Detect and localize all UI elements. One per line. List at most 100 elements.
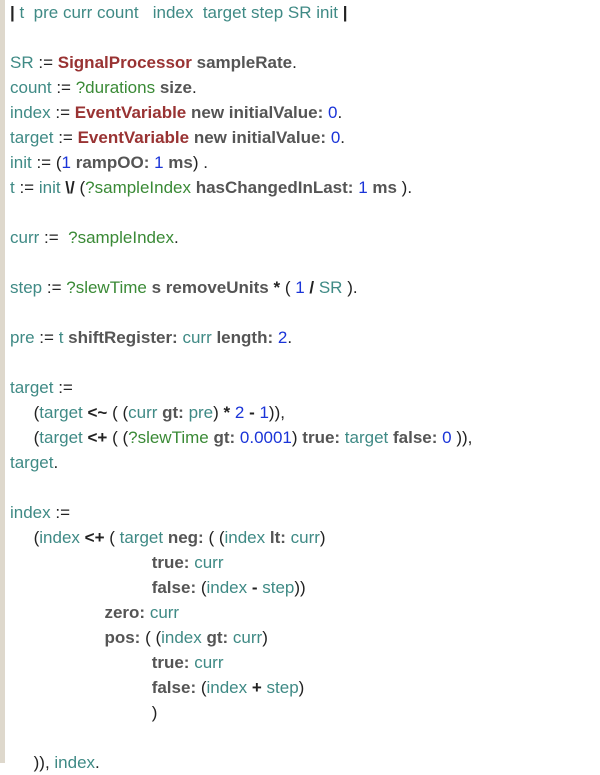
code-token: ).: [396, 178, 413, 197]
code-token: 1: [358, 178, 368, 197]
code-token: ?durations: [75, 78, 156, 97]
code-token: ms: [367, 178, 397, 197]
code-token: .: [337, 103, 343, 122]
code-token: true:: [10, 653, 195, 672]
code-token: curr: [290, 528, 320, 547]
code-text-area[interactable]: | t pre curr count index target step SR …: [5, 0, 600, 772]
code-token: )),: [268, 403, 285, 422]
code-token: ): [319, 528, 326, 547]
line-15-blank[interactable]: [5, 350, 600, 375]
code-token: 1: [154, 153, 164, 172]
code-token: SR: [10, 53, 34, 72]
code-token: curr: [149, 603, 180, 622]
code-token: -: [247, 578, 263, 597]
code-token: <~: [82, 403, 113, 422]
code-token: curr: [10, 228, 40, 247]
code-token: ( (: [208, 528, 225, 547]
line-28-pos-false[interactable]: false: (index + step): [5, 675, 600, 700]
code-token: ) .: [192, 153, 208, 172]
line-18-target-plus[interactable]: (target <+ ( (?slewTime gt: 0.0001) true…: [5, 425, 600, 450]
code-token: EventVariable: [77, 128, 190, 147]
code-token: *: [268, 278, 285, 297]
code-token: target: [39, 403, 83, 422]
code-token: ?slewTime: [66, 278, 147, 297]
line-10-curr[interactable]: curr := ?sampleIndex.: [5, 225, 600, 250]
code-token: (: [10, 403, 40, 422]
code-token: ( (: [112, 403, 129, 422]
code-token: |: [342, 3, 348, 22]
code-token: target: [39, 428, 83, 447]
line-20-blank[interactable]: [5, 475, 600, 500]
code-token: gt:: [157, 403, 189, 422]
code-token: init: [38, 178, 61, 197]
code-token: pre curr count: [33, 3, 139, 22]
code-token: curr: [194, 553, 224, 572]
line-19-target-end[interactable]: target.: [5, 450, 600, 475]
code-token: step: [262, 578, 295, 597]
code-editor[interactable]: | t pre curr count index target step SR …: [0, 0, 600, 772]
code-token: target: [10, 378, 54, 397]
code-token: ( (: [145, 628, 162, 647]
line-8-t[interactable]: t := init \/ (?sampleIndex hasChangedInL…: [5, 175, 600, 200]
code-token: ( (: [112, 428, 129, 447]
line-21-index-assign[interactable]: index :=: [5, 500, 600, 525]
line-30-blank[interactable]: [5, 725, 600, 750]
code-token: ?sampleIndex: [85, 178, 191, 197]
code-token: .: [173, 228, 179, 247]
code-token: :=: [50, 503, 71, 522]
code-token: false:: [388, 428, 443, 447]
code-token: :=: [31, 153, 56, 172]
line-4-count[interactable]: count := ?durations size.: [5, 75, 600, 100]
code-token: index: [39, 528, 80, 547]
line-13-blank[interactable]: [5, 300, 600, 325]
code-token: .: [191, 78, 197, 97]
line-23-neg-true[interactable]: true: curr: [5, 550, 600, 575]
line-7-init[interactable]: init := (1 rampOO: 1 ms) .: [5, 150, 600, 175]
line-11-blank[interactable]: [5, 250, 600, 275]
code-token: s removeUnits: [146, 278, 269, 297]
line-14-pre[interactable]: pre := t shiftRegister: curr length: 2.: [5, 325, 600, 350]
line-24-neg-false[interactable]: false: (index - step)): [5, 575, 600, 600]
line-16-target-assign[interactable]: target :=: [5, 375, 600, 400]
code-token: index: [206, 578, 248, 597]
code-token: init: [10, 153, 32, 172]
code-token: :=: [39, 228, 69, 247]
code-token: :=: [33, 53, 58, 72]
line-5-index[interactable]: index := EventVariable new initialValue:…: [5, 100, 600, 125]
code-token: SR: [318, 278, 343, 297]
code-token: ?slewTime: [128, 428, 209, 447]
code-token: pos:: [10, 628, 146, 647]
line-6-target[interactable]: target := EventVariable new initialValue…: [5, 125, 600, 150]
code-token: ): [10, 703, 158, 722]
line-25-zero[interactable]: zero: curr: [5, 600, 600, 625]
line-22-index-plus[interactable]: (index <+ ( target neg: ( (index lt: cur…: [5, 525, 600, 550]
code-token: curr: [232, 628, 263, 647]
code-token: .: [340, 128, 346, 147]
code-token: .: [292, 53, 297, 72]
code-token: count: [10, 78, 52, 97]
code-token: false:: [10, 678, 201, 697]
code-token: ms: [163, 153, 193, 172]
line-12-step[interactable]: step := ?slewTime s removeUnits * ( 1 / …: [5, 275, 600, 300]
code-token: pre: [188, 403, 214, 422]
line-2-blank[interactable]: [5, 25, 600, 50]
line-29-close-paren[interactable]: ): [5, 700, 600, 725]
code-token: target step SR init: [202, 3, 338, 22]
code-token: target: [10, 128, 54, 147]
code-token: target: [119, 528, 164, 547]
code-token: *: [218, 403, 235, 422]
code-token: ?sampleIndex: [68, 228, 174, 247]
line-3-sr[interactable]: SR := SignalProcessor sampleRate.: [5, 50, 600, 75]
line-27-pos-true[interactable]: true: curr: [5, 650, 600, 675]
line-1-temps[interactable]: | t pre curr count index target step SR …: [5, 0, 600, 25]
line-17-target-tilde[interactable]: (target <~ ( (curr gt: pre) * 2 - 1)),: [5, 400, 600, 425]
code-token: <+: [82, 428, 113, 447]
code-token: .: [53, 453, 59, 472]
code-token: index: [10, 503, 51, 522]
code-token: curr: [194, 653, 224, 672]
code-token: size: [155, 78, 192, 97]
line-9-blank[interactable]: [5, 200, 600, 225]
code-token: <+: [79, 528, 110, 547]
line-26-pos[interactable]: pos: ( (index gt: curr): [5, 625, 600, 650]
